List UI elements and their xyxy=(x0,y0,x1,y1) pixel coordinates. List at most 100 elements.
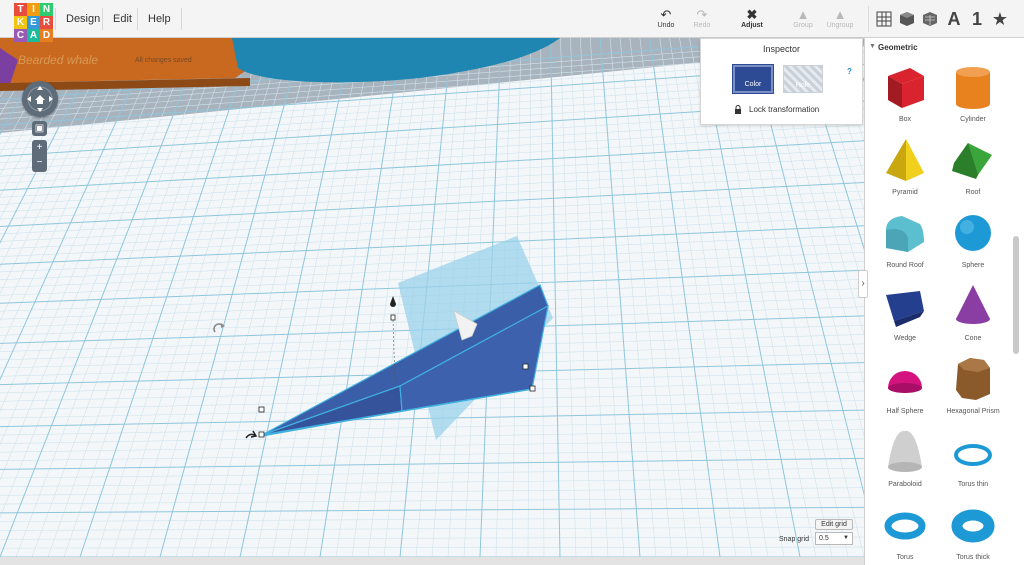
panel-scrollbar[interactable] xyxy=(1013,236,1019,354)
numbers-icon[interactable]: 1 xyxy=(967,9,987,29)
snap-grid-value: 0.5 xyxy=(819,535,829,542)
box-view-icon[interactable] xyxy=(897,9,917,29)
shape-tile-paraboloid[interactable]: Paraboloid xyxy=(872,427,938,497)
star-icon[interactable]: ★ xyxy=(990,9,1010,29)
grid-view-icon[interactable] xyxy=(874,9,894,29)
sphere-icon xyxy=(940,208,1006,258)
resize-handle[interactable] xyxy=(529,385,536,392)
adjust-label: Adjust xyxy=(741,22,763,29)
logo-letter: K xyxy=(14,16,27,29)
zoom-out-button[interactable]: − xyxy=(32,155,47,170)
shape-label: Roof xyxy=(965,189,981,196)
box-icon xyxy=(872,62,938,112)
paraboloid-icon xyxy=(872,427,938,477)
orbit-control[interactable] xyxy=(22,81,58,117)
menu-edit[interactable]: Edit xyxy=(102,8,142,30)
shape-label: Torus xyxy=(896,554,914,561)
project-title[interactable]: Bearded whale xyxy=(18,53,98,67)
resize-handle[interactable] xyxy=(258,431,265,438)
status-strip xyxy=(0,557,864,565)
resize-handle[interactable] xyxy=(258,406,265,413)
snap-grid-select[interactable]: 0.5 ▼ xyxy=(815,532,853,545)
shape-tile-pyramid[interactable]: Pyramid xyxy=(872,135,938,205)
undo-label: Undo xyxy=(657,22,675,29)
shape-label: Paraboloid xyxy=(888,481,922,488)
rotate-cursor-icon xyxy=(213,323,225,333)
undo-button[interactable]: ↶ Undo xyxy=(648,8,684,30)
logo-letter: D xyxy=(40,29,53,42)
textured-box-icon[interactable] xyxy=(920,9,940,29)
edit-grid-button[interactable]: Edit grid xyxy=(815,519,853,530)
torus-icon xyxy=(872,500,938,550)
shape-label: Hexagonal Prism xyxy=(946,408,1000,415)
shape-tile-box[interactable]: Box xyxy=(872,62,938,132)
shape-tile-half-sphere[interactable]: Half Sphere xyxy=(872,354,938,424)
shape-tile-torus-thin[interactable]: Torus thin xyxy=(940,427,1006,497)
inspector-title: Inspector xyxy=(762,44,801,54)
group-button[interactable]: ▲ Group xyxy=(785,8,821,30)
menu-help[interactable]: Help xyxy=(137,8,182,30)
ungroup-label: Ungroup xyxy=(826,22,854,29)
color-label: Color xyxy=(744,81,762,88)
redo-button[interactable]: ↷ Redo xyxy=(684,7,720,30)
redo-icon: ↷ xyxy=(696,7,708,22)
ungroup-button[interactable]: ▲ Ungroup xyxy=(822,7,858,30)
shape-tile-torus[interactable]: Torus xyxy=(872,500,938,565)
hexagonal-prism-icon xyxy=(940,354,1006,404)
home-icon xyxy=(35,95,45,104)
shapes-panel: ▼ Geometric Box Cylinder Pyramid Roof Round … xyxy=(864,38,1024,565)
cone-icon xyxy=(940,281,1006,331)
shape-label: Half Sphere xyxy=(886,408,924,415)
shape-tile-cone[interactable]: Cone xyxy=(940,281,1006,351)
color-button[interactable]: Color xyxy=(732,64,774,94)
shape-tile-hexagonal-prism[interactable]: Hexagonal Prism xyxy=(940,354,1006,424)
torus-thin-icon xyxy=(940,427,1006,477)
lock-transformation-label[interactable]: Lock transformation xyxy=(749,105,819,114)
logo-letter: R xyxy=(40,16,53,29)
ungroup-icon: ▲ xyxy=(833,7,847,22)
cylinder-icon xyxy=(940,62,1006,112)
shape-tile-round-roof[interactable]: Round Roof xyxy=(872,208,938,278)
shape-tile-wedge[interactable]: Wedge xyxy=(872,281,938,351)
roof-icon xyxy=(940,135,1006,185)
shape-label: Torus thick xyxy=(956,554,990,561)
redo-label: Redo xyxy=(693,22,711,29)
chevron-right-icon: › xyxy=(861,278,865,289)
logo-letter: C xyxy=(14,29,27,42)
save-status: All changes saved xyxy=(135,57,192,64)
pyramid-icon xyxy=(872,135,938,185)
shape-tile-torus-thick[interactable]: Torus thick xyxy=(940,500,1006,565)
tinkercad-logo[interactable]: TINKERCAD xyxy=(14,3,53,42)
letters-icon[interactable]: A xyxy=(944,9,964,29)
logo-letter: E xyxy=(27,16,40,29)
zoom-in-button[interactable]: + xyxy=(32,140,47,155)
shape-label: Torus thin xyxy=(957,481,989,488)
group-label: Group xyxy=(793,22,813,29)
tinkercad-editor: Design Edit Help ↶ Undo ↷ Redo ✖ Adjust … xyxy=(0,0,1024,565)
shape-label: Cylinder xyxy=(960,116,986,123)
collapse-arrow-icon[interactable]: ▼ xyxy=(869,43,876,50)
shape-tile-sphere[interactable]: Sphere xyxy=(940,208,1006,278)
shape-label: Sphere xyxy=(961,262,985,269)
resize-handle[interactable] xyxy=(522,363,529,370)
shape-tile-cylinder[interactable]: Cylinder xyxy=(940,62,1006,132)
torus-thick-icon xyxy=(940,500,1006,550)
help-icon[interactable]: ? xyxy=(847,67,852,76)
lock-icon[interactable] xyxy=(734,105,742,114)
section-title-geometric[interactable]: Geometric xyxy=(878,43,918,52)
shape-tile-roof[interactable]: Roof xyxy=(940,135,1006,205)
height-handle[interactable] xyxy=(390,314,396,321)
zoom-controls: + − xyxy=(32,140,47,172)
shape-label: Wedge xyxy=(893,335,917,342)
snap-grid-label: Snap grid xyxy=(779,536,809,543)
shape-label: Round Roof xyxy=(886,262,924,269)
hole-button[interactable]: Hole xyxy=(783,65,823,93)
half-sphere-icon xyxy=(872,354,938,404)
logo-letter: A xyxy=(27,29,40,42)
adjust-button[interactable]: ✖ Adjust xyxy=(734,8,770,30)
logo-letter: N xyxy=(40,3,53,16)
panel-collapse-button[interactable]: › xyxy=(858,270,868,298)
top-toolbar: Design Edit Help ↶ Undo ↷ Redo ✖ Adjust … xyxy=(0,0,1024,38)
fit-view-button[interactable]: ▣ xyxy=(32,121,47,136)
shape-label: Cone xyxy=(964,335,982,342)
